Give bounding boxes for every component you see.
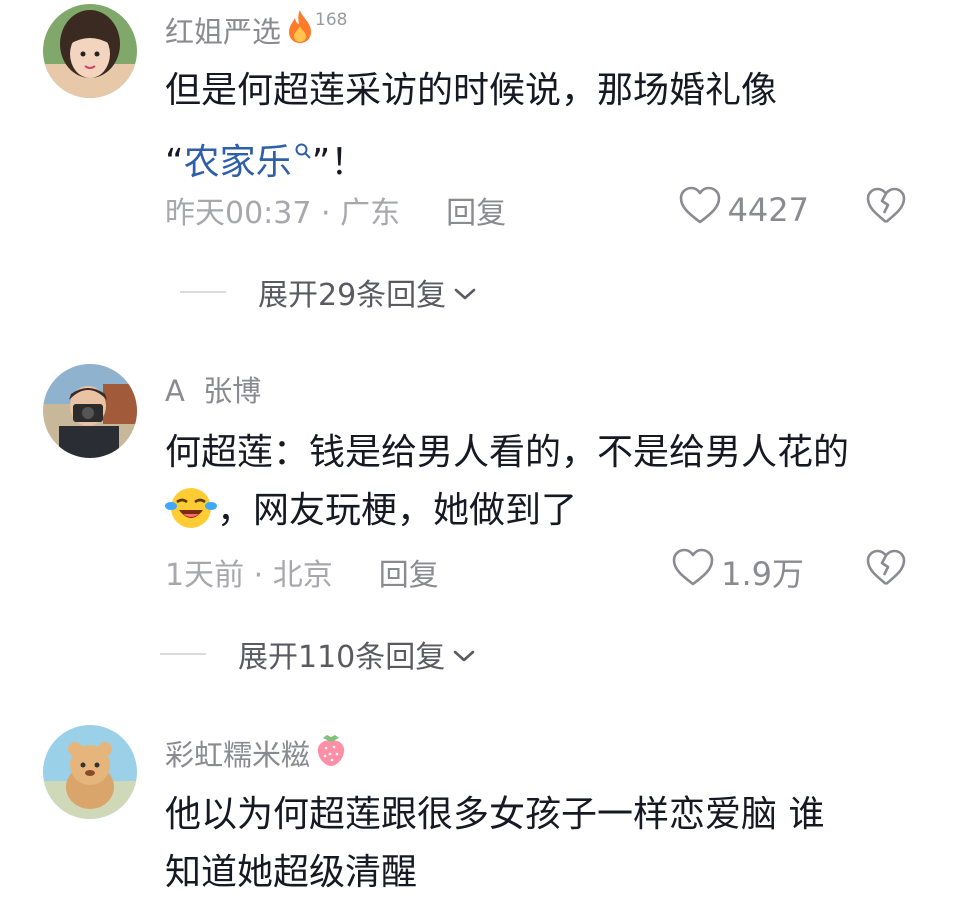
like-button[interactable]: 1.9万 <box>671 548 804 596</box>
fire-count: 168 <box>315 10 348 30</box>
chevron-down-icon <box>445 637 477 672</box>
comment-text: 何超莲：钱是给男人看的，不是给男人花的 ，网友玩梗，她做到了 <box>165 424 925 548</box>
comment-text: 但是何超莲采访的时候说，那场婚礼像 “农家乐”！ <box>165 70 778 183</box>
chevron-down-icon <box>446 275 478 310</box>
search-link[interactable]: 农家乐 <box>184 142 312 183</box>
fire-icon <box>285 8 315 51</box>
like-count: 4427 <box>727 191 809 229</box>
avatar[interactable] <box>43 364 137 458</box>
reply-button[interactable]: 回复 <box>379 550 439 594</box>
broken-heart-icon[interactable] <box>865 549 907 595</box>
strawberry-icon <box>314 730 348 775</box>
reply-button[interactable]: 回复 <box>446 188 506 232</box>
username[interactable]: 红姐严选 168 <box>165 8 347 51</box>
search-icon <box>294 120 312 178</box>
expand-replies-button[interactable]: 展开110条回复 <box>160 632 477 676</box>
laughing-crying-emoji <box>165 486 217 548</box>
like-count: 1.9万 <box>721 555 804 593</box>
expand-replies-button[interactable]: 展开29条回复 <box>180 270 478 314</box>
time-location: 1天前 · 北京 <box>165 558 333 593</box>
time-location: 昨天00:37 · 广东 <box>165 196 401 231</box>
comment-text: 他以为何超莲跟很多女孩子一样恋爱脑 谁 知道她超级清醒 <box>165 794 825 893</box>
username[interactable]: A 张博 <box>165 368 261 410</box>
comment-meta: 1天前 · 北京 回复 1.9万 <box>165 548 959 595</box>
divider <box>160 653 206 655</box>
username[interactable]: 彩虹糯米糍 <box>165 730 348 775</box>
avatar[interactable] <box>43 4 137 98</box>
like-button[interactable]: 4427 <box>678 186 809 234</box>
comment-meta: 昨天00:37 · 广东 回复 4427 <box>165 186 959 233</box>
heart-icon <box>671 548 721 596</box>
avatar[interactable] <box>43 725 137 819</box>
heart-icon <box>678 186 728 234</box>
broken-heart-icon[interactable] <box>865 187 907 233</box>
divider <box>180 291 226 293</box>
